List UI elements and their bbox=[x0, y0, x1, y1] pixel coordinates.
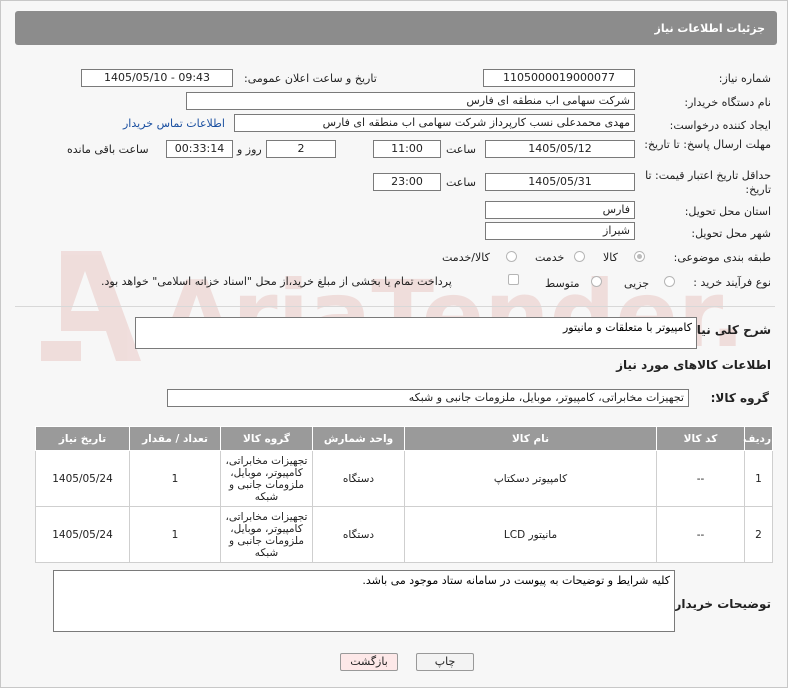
city-field[interactable]: شیراز bbox=[485, 222, 635, 240]
purchase-partial-radio[interactable] bbox=[664, 276, 675, 287]
cell-goods-group: تجهیزات مخابراتی، کامپیوتر، موبایل، ملزو… bbox=[220, 506, 313, 563]
deadline-time-label: ساعت bbox=[446, 143, 476, 156]
province-field[interactable]: فارس bbox=[485, 201, 635, 219]
category-service-radio[interactable] bbox=[574, 251, 585, 262]
purchase-type-label: نوع فرآیند خرید : bbox=[693, 276, 771, 289]
category-label: طبقه بندی موضوعی: bbox=[673, 251, 771, 264]
purchase-medium-radio[interactable] bbox=[591, 276, 602, 287]
back-button[interactable]: بازگشت bbox=[340, 653, 398, 671]
buyer-notes-textarea[interactable]: کلیه شرایط و توضیحات به پیوست در سامانه … bbox=[53, 570, 675, 632]
cell-goods-group: تجهیزات مخابراتی، کامپیوتر، موبایل، ملزو… bbox=[220, 450, 313, 507]
province-label: استان محل تحویل: bbox=[684, 205, 771, 218]
need-number-label: شماره نیاز: bbox=[718, 72, 771, 85]
city-label: شهر محل تحویل: bbox=[691, 227, 771, 240]
cell-goods-code: -- bbox=[656, 506, 745, 563]
validity-date-field[interactable]: 1405/05/31 bbox=[485, 173, 635, 191]
category-goods-service-label: کالا/خدمت bbox=[442, 251, 490, 264]
need-number-field[interactable]: 1105000019000077 bbox=[483, 69, 635, 87]
goods-group-label: گروه کالا: bbox=[710, 391, 769, 405]
requester-label: ایجاد کننده درخواست: bbox=[669, 119, 771, 132]
goods-table: ردیف کد کالا نام کالا واحد شمارش گروه کا… bbox=[35, 426, 773, 563]
buyer-org-field[interactable]: شرکت سهامی اب منطقه ای فارس bbox=[186, 92, 635, 110]
requester-field[interactable]: مهدی محمدعلی نسب کارپرداز شرکت سهامی اب … bbox=[234, 114, 635, 132]
validity-time-field[interactable]: 23:00 bbox=[373, 173, 441, 191]
buyer-contact-link[interactable]: اطلاعات تماس خریدار bbox=[123, 117, 225, 130]
cell-row-number: 2 bbox=[744, 506, 773, 563]
table-row[interactable]: 2 -- مانیتور LCD دستگاه تجهیزات مخابراتی… bbox=[35, 506, 773, 563]
print-button[interactable]: چاپ bbox=[416, 653, 474, 671]
goods-group-field[interactable]: تجهیزات مخابراتی، کامپیوتر، موبایل، ملزو… bbox=[167, 389, 689, 407]
validity-time-label: ساعت bbox=[446, 176, 476, 189]
cell-need-date: 1405/05/24 bbox=[35, 506, 130, 563]
cell-quantity: 1 bbox=[129, 506, 221, 563]
col-goods-code: کد کالا bbox=[656, 426, 745, 451]
deadline-label: مهلت ارسال پاسخ: تا تاریخ: bbox=[644, 138, 771, 151]
deadline-time-field[interactable]: 11:00 bbox=[373, 140, 441, 158]
category-service-label: خدمت bbox=[535, 251, 565, 264]
buyer-notes-label: توضیحات خریدار: bbox=[669, 597, 771, 611]
validity-label: حداقل تاریخ اعتبار قیمت: تا تاریخ: bbox=[645, 169, 771, 196]
cell-quantity: 1 bbox=[129, 450, 221, 507]
treasury-payment-note: پرداخت تمام یا بخشی از مبلغ خرید،از محل … bbox=[101, 275, 452, 288]
announce-date-field[interactable]: 1405/05/10 - 09:43 bbox=[81, 69, 233, 87]
category-goods-radio[interactable] bbox=[634, 251, 645, 262]
cell-unit: دستگاه bbox=[312, 506, 405, 563]
need-details-panel: AriaTender.net جزئیات اطلاعات نیاز شماره… bbox=[0, 0, 788, 688]
days-label: روز و bbox=[237, 143, 262, 156]
col-row-number: ردیف bbox=[743, 426, 773, 451]
deadline-date-field[interactable]: 1405/05/12 bbox=[485, 140, 635, 158]
goods-info-title: اطلاعات کالاهای مورد نیاز bbox=[616, 358, 771, 372]
col-need-date: تاریخ نیاز bbox=[35, 426, 130, 451]
cell-goods-code: -- bbox=[656, 450, 745, 507]
buyer-org-label: نام دستگاه خریدار: bbox=[684, 96, 771, 109]
cell-goods-name: مانیتور LCD bbox=[404, 506, 657, 563]
page-title: جزئیات اطلاعات نیاز bbox=[15, 11, 777, 45]
cell-need-date: 1405/05/24 bbox=[35, 450, 130, 507]
category-goods-label: کالا bbox=[603, 251, 618, 264]
treasury-payment-checkbox[interactable] bbox=[508, 274, 519, 285]
cell-row-number: 1 bbox=[744, 450, 773, 507]
cell-unit: دستگاه bbox=[312, 450, 405, 507]
category-goods-service-radio[interactable] bbox=[506, 251, 517, 262]
col-unit: واحد شمارش bbox=[312, 426, 405, 451]
purchase-medium-label: متوسط bbox=[545, 277, 580, 290]
days-field[interactable]: 2 bbox=[266, 140, 336, 158]
col-quantity: تعداد / مقدار bbox=[129, 426, 221, 451]
table-row[interactable]: 1 -- کامپیوتر دسکتاپ دستگاه تجهیزات مخاب… bbox=[35, 450, 773, 507]
remaining-time-label: ساعت باقی مانده bbox=[67, 143, 149, 156]
col-goods-name: نام کالا bbox=[404, 426, 657, 451]
purchase-partial-label: جزیی bbox=[624, 277, 650, 290]
col-goods-group: گروه کالا bbox=[220, 426, 313, 451]
table-header-row: ردیف کد کالا نام کالا واحد شمارش گروه کا… bbox=[35, 426, 773, 451]
cell-goods-name: کامپیوتر دسکتاپ bbox=[404, 450, 657, 507]
divider bbox=[15, 306, 775, 307]
announce-date-label: تاریخ و ساعت اعلان عمومی: bbox=[244, 72, 377, 85]
remaining-time-field[interactable]: 00:33:14 bbox=[166, 140, 233, 158]
general-desc-textarea[interactable]: کامپیوتر با متعلقات و مانیتور bbox=[135, 317, 697, 349]
general-desc-label: شرح کلی نیاز: bbox=[685, 323, 771, 337]
